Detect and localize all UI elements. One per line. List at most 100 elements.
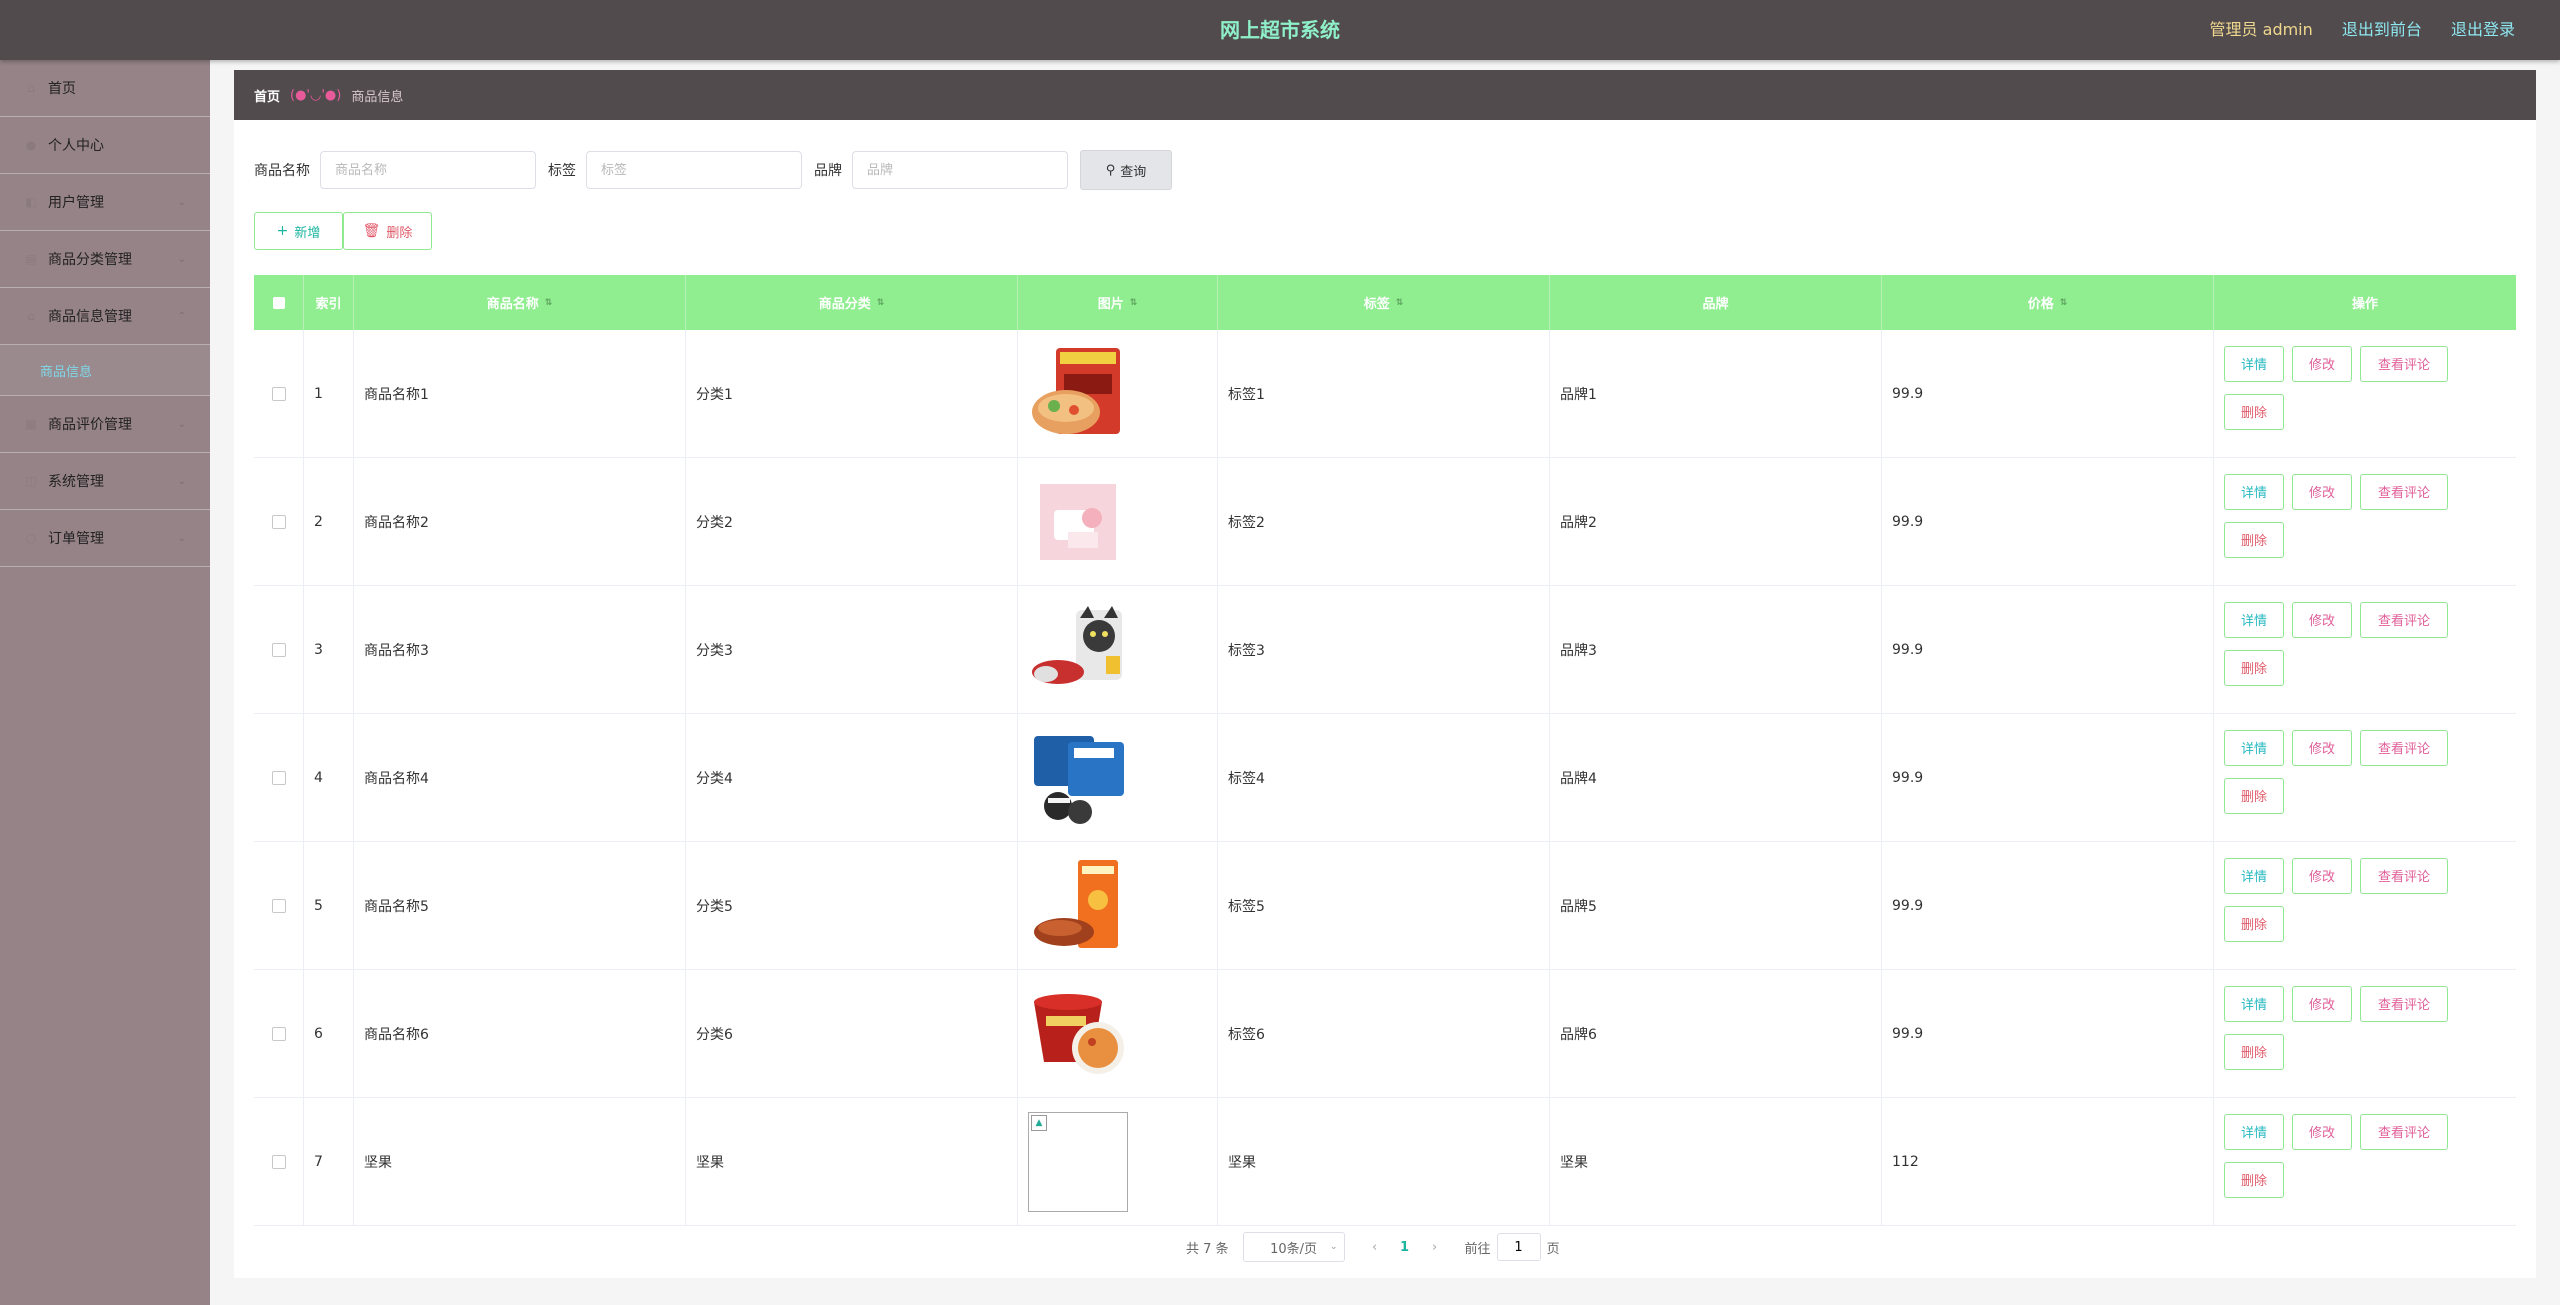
- row-brand: 坚果: [1550, 1098, 1882, 1225]
- delete-button[interactable]: 删除: [2224, 393, 2284, 430]
- sidebar-item-users[interactable]: ◧ 用户管理 ⌄: [0, 174, 210, 231]
- page-size-select[interactable]: 10条/页 ⌄: [1242, 1232, 1345, 1262]
- next-page-button[interactable]: ›: [1425, 1240, 1445, 1255]
- edit-button[interactable]: 修改: [2292, 1113, 2352, 1150]
- goto-page-input[interactable]: [1496, 1233, 1541, 1261]
- batch-delete-button[interactable]: 🗑 删除: [343, 212, 432, 250]
- users-icon: ◧: [25, 195, 37, 209]
- edit-button[interactable]: 修改: [2292, 473, 2352, 510]
- view-reviews-button[interactable]: 查看评论: [2360, 473, 2448, 510]
- delete-button[interactable]: 删除: [2224, 521, 2284, 558]
- row-checkbox[interactable]: [271, 642, 286, 657]
- header-price[interactable]: 价格 ⇅: [1882, 275, 2214, 330]
- delete-button[interactable]: 删除: [2224, 777, 2284, 814]
- sidebar-item-label: 订单管理: [48, 531, 104, 547]
- name-label: 商品名称: [254, 163, 310, 179]
- settings-icon: ◫: [25, 474, 37, 488]
- row-brand: 品牌6: [1550, 970, 1882, 1097]
- table-row: 3 商品名称3 分类3 标签3 品牌3 99.9 详情 修改 查看评论 删除: [254, 586, 2516, 714]
- row-name: 商品名称2: [354, 458, 686, 585]
- batch-delete-label: 删除: [386, 225, 413, 241]
- row-tag: 标签2: [1218, 458, 1550, 585]
- view-reviews-button[interactable]: 查看评论: [2360, 601, 2448, 638]
- breadcrumb-separator: (●'◡'●): [290, 87, 342, 103]
- sidebar-item-system[interactable]: ◫ 系统管理 ⌄: [0, 453, 210, 510]
- sidebar-item-goods[interactable]: ⌂ 商品信息管理 ⌃: [0, 288, 210, 345]
- header-brand-label: 品牌: [1702, 297, 1729, 312]
- header-brand[interactable]: 品牌: [1550, 275, 1882, 330]
- row-checkbox[interactable]: [271, 1154, 286, 1169]
- sort-icon: ⇅: [876, 297, 885, 308]
- edit-button[interactable]: 修改: [2292, 345, 2352, 382]
- sidebar-item-reviews[interactable]: ▦ 商品评价管理 ⌄: [0, 396, 210, 453]
- page-number[interactable]: 1: [1385, 1240, 1425, 1255]
- tag-search-input[interactable]: [586, 151, 802, 189]
- sidebar-item-category[interactable]: ▤ 商品分类管理 ⌄: [0, 231, 210, 288]
- row-price: 112: [1882, 1098, 2214, 1225]
- view-reviews-button[interactable]: 查看评论: [2360, 729, 2448, 766]
- name-search-input[interactable]: [320, 151, 536, 189]
- header-tag-label: 标签: [1363, 297, 1390, 312]
- breadcrumb-home[interactable]: 首页: [254, 86, 280, 105]
- row-tag: 坚果: [1218, 1098, 1550, 1225]
- delete-button[interactable]: 删除: [2224, 1033, 2284, 1070]
- view-reviews-button[interactable]: 查看评论: [2360, 857, 2448, 894]
- detail-button[interactable]: 详情: [2224, 345, 2284, 382]
- row-index: 3: [304, 586, 354, 713]
- back-to-front-link[interactable]: 退出到前台: [2342, 20, 2422, 39]
- view-reviews-button[interactable]: 查看评论: [2360, 985, 2448, 1022]
- tag-label: 标签: [548, 163, 576, 179]
- select-all-checkbox[interactable]: [272, 296, 285, 309]
- edit-button[interactable]: 修改: [2292, 985, 2352, 1022]
- row-checkbox[interactable]: [271, 898, 286, 913]
- delete-button[interactable]: 删除: [2224, 1161, 2284, 1198]
- sidebar-item-label: 商品分类管理: [48, 252, 132, 268]
- sidebar-item-orders[interactable]: ○ 订单管理 ⌄: [0, 510, 210, 567]
- sidebar-subitem-goods-info[interactable]: 商品信息: [0, 345, 210, 396]
- search-button-label: 查询: [1120, 164, 1147, 180]
- row-checkbox[interactable]: [271, 386, 286, 401]
- logout-link[interactable]: 退出登录: [2451, 20, 2515, 39]
- header-tag[interactable]: 标签 ⇅: [1218, 275, 1550, 330]
- detail-button[interactable]: 详情: [2224, 1113, 2284, 1150]
- detail-button[interactable]: 详情: [2224, 857, 2284, 894]
- header-category[interactable]: 商品分类 ⇅: [686, 275, 1018, 330]
- row-checkbox[interactable]: [271, 514, 286, 529]
- table-row: 2 商品名称2 分类2 标签2 品牌2 99.9 详情 修改 查看评论 删除: [254, 458, 2516, 586]
- search-button[interactable]: ⚲ 查询: [1080, 150, 1172, 190]
- row-name: 商品名称3: [354, 586, 686, 713]
- comment-icon: ▦: [25, 417, 37, 431]
- goto-label: 前往: [1464, 1241, 1491, 1257]
- detail-button[interactable]: 详情: [2224, 729, 2284, 766]
- row-checkbox[interactable]: [271, 1026, 286, 1041]
- row-index: 2: [304, 458, 354, 585]
- sidebar-item-profile[interactable]: ● 个人中心: [0, 117, 210, 174]
- row-checkbox[interactable]: [271, 770, 286, 785]
- edit-button[interactable]: 修改: [2292, 729, 2352, 766]
- edit-button[interactable]: 修改: [2292, 857, 2352, 894]
- prev-page-button[interactable]: ‹: [1365, 1240, 1385, 1255]
- row-index: 4: [304, 714, 354, 841]
- edit-button[interactable]: 修改: [2292, 601, 2352, 638]
- brand-search-input[interactable]: [852, 151, 1068, 189]
- row-category: 分类5: [686, 842, 1018, 969]
- detail-button[interactable]: 详情: [2224, 473, 2284, 510]
- row-name: 商品名称5: [354, 842, 686, 969]
- admin-label: 管理员 admin: [2209, 20, 2313, 39]
- delete-button[interactable]: 删除: [2224, 905, 2284, 942]
- header-image[interactable]: 图片 ⇅: [1018, 275, 1218, 330]
- delete-button[interactable]: 删除: [2224, 649, 2284, 686]
- add-button[interactable]: + 新增: [254, 212, 343, 250]
- header-name[interactable]: 商品名称 ⇅: [354, 275, 686, 330]
- sidebar-item-label: 个人中心: [48, 138, 104, 154]
- row-price: 99.9: [1882, 586, 2214, 713]
- product-image-roast-duck: [1034, 859, 1118, 948]
- detail-button[interactable]: 详情: [2224, 601, 2284, 638]
- detail-button[interactable]: 详情: [2224, 985, 2284, 1022]
- row-tag: 标签4: [1218, 714, 1550, 841]
- trash-icon: 🗑: [362, 223, 381, 239]
- action-bar: + 新增 🗑 删除: [254, 212, 432, 250]
- sidebar-item-home[interactable]: ⌂ 首页: [0, 60, 210, 117]
- view-reviews-button[interactable]: 查看评论: [2360, 1113, 2448, 1150]
- view-reviews-button[interactable]: 查看评论: [2360, 345, 2448, 382]
